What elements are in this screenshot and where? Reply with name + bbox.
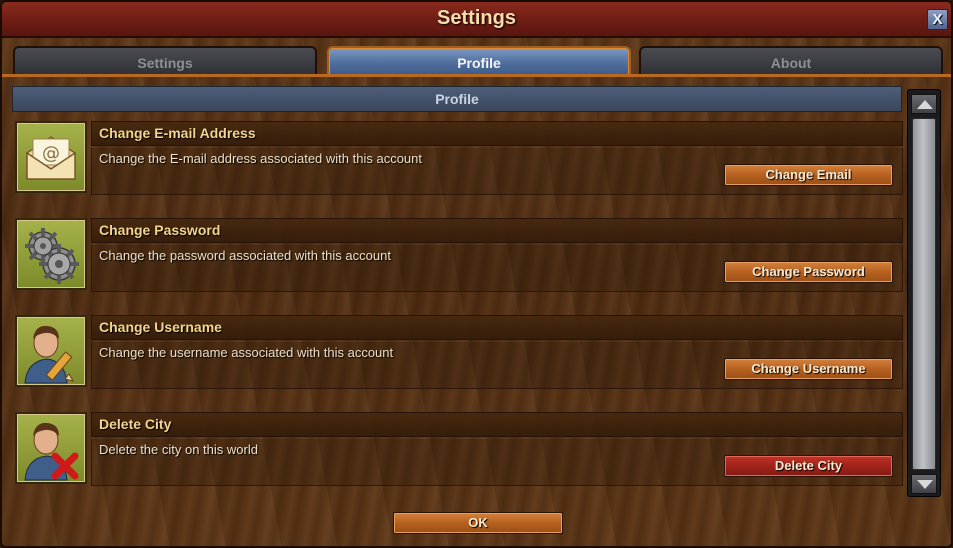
- gears-icon: [15, 218, 87, 290]
- row-description: Change the password associated with this…: [99, 248, 391, 263]
- row-body: Delete the city on this world Delete Cit…: [91, 439, 903, 486]
- row-title-bar: Change Username: [91, 315, 903, 340]
- tab-profile[interactable]: Profile: [327, 46, 631, 76]
- row-title: Change E-mail Address: [99, 125, 256, 141]
- scroll-down-button[interactable]: [911, 474, 937, 494]
- row-description: Change the username associated with this…: [99, 345, 394, 360]
- row-title-bar: Delete City: [91, 412, 903, 437]
- svg-text:@: @: [42, 143, 60, 164]
- row-body: Change the E-mail address associated wit…: [91, 148, 903, 195]
- section-header: Profile: [12, 86, 902, 112]
- row-title: Change Username: [99, 319, 222, 335]
- tab-divider: [2, 74, 951, 77]
- row-description: Change the E-mail address associated wit…: [99, 151, 423, 166]
- row-change-password: Change Password Change the password asso…: [15, 218, 903, 296]
- chevron-up-icon: [917, 100, 933, 109]
- scroll-up-button[interactable]: [911, 94, 937, 114]
- chevron-down-icon: [917, 480, 933, 489]
- ok-button[interactable]: OK: [393, 512, 563, 534]
- row-change-email: @ Change E-mail Address Change the E-mai…: [15, 121, 903, 199]
- row-title-bar: Change E-mail Address: [91, 121, 903, 146]
- scroll-thumb[interactable]: [912, 118, 936, 470]
- envelope-icon: @: [15, 121, 87, 193]
- user-delete-icon: [15, 412, 87, 484]
- row-delete-city: Delete City Delete the city on this worl…: [15, 412, 903, 490]
- change-username-button[interactable]: Change Username: [724, 358, 893, 380]
- row-title: Delete City: [99, 416, 172, 432]
- window-title: Settings: [437, 7, 516, 29]
- vertical-scrollbar[interactable]: [907, 89, 941, 497]
- settings-window: Settings X Settings Profile About Profil…: [0, 0, 953, 548]
- row-body: Change the password associated with this…: [91, 245, 903, 292]
- tab-settings[interactable]: Settings: [13, 46, 317, 76]
- close-button[interactable]: X: [927, 9, 948, 30]
- title-bar: Settings X: [2, 2, 951, 38]
- delete-city-button[interactable]: Delete City: [724, 455, 893, 477]
- tab-about[interactable]: About: [639, 46, 943, 76]
- user-edit-icon: [15, 315, 87, 387]
- row-change-username: Change Username Change the username asso…: [15, 315, 903, 393]
- profile-panel: Profile @ Change E-mail Address Change t…: [10, 84, 904, 502]
- row-title: Change Password: [99, 222, 221, 238]
- row-title-bar: Change Password: [91, 218, 903, 243]
- change-password-button[interactable]: Change Password: [724, 261, 893, 283]
- row-description: Delete the city on this world: [99, 442, 258, 457]
- change-email-button[interactable]: Change Email: [724, 164, 893, 186]
- row-body: Change the username associated with this…: [91, 342, 903, 389]
